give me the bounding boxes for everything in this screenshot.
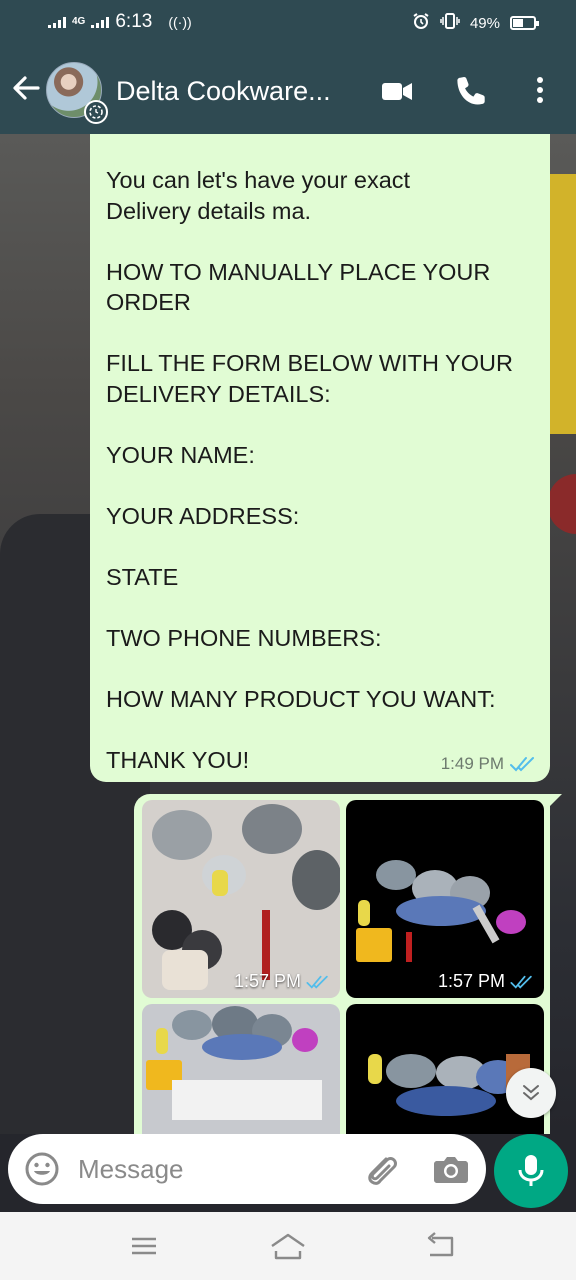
message-meta: 1:49 PM xyxy=(441,754,536,774)
image-time: 1:57 PM xyxy=(437,971,505,991)
video-call-icon[interactable] xyxy=(380,74,414,108)
camera-icon[interactable] xyxy=(432,1151,470,1187)
message-bubble-album: 1:57 PM 1:57 PM xyxy=(134,794,562,1202)
back-arrow-icon[interactable] xyxy=(10,72,42,104)
chat-header: Delta Cookware... xyxy=(0,48,576,134)
signal-icon xyxy=(48,16,66,28)
network-type: 4G xyxy=(72,16,86,27)
status-ring-icon xyxy=(84,100,108,124)
emoji-icon[interactable] xyxy=(24,1151,60,1187)
double-check-icon xyxy=(510,757,534,772)
message-input[interactable] xyxy=(78,1152,338,1186)
message-time: 1:49 PM xyxy=(440,754,504,773)
image-meta: 1:57 PM xyxy=(438,971,534,992)
menu-icon[interactable] xyxy=(124,1230,164,1262)
message-text: You can let's have your exact Delivery d… xyxy=(106,167,513,773)
battery-icon xyxy=(510,16,539,30)
mic-button[interactable] xyxy=(494,1134,568,1208)
status-bar: 4G 6:13 ((·)) 49% xyxy=(0,0,576,48)
hotspot-icon: ((·)) xyxy=(168,14,192,30)
battery-level: 49% xyxy=(469,14,500,32)
home-icon[interactable] xyxy=(268,1230,308,1262)
image-time: 1:57 PM xyxy=(233,971,301,991)
phone-icon[interactable] xyxy=(456,74,490,108)
double-chevron-down-icon xyxy=(523,1085,539,1101)
wallpaper-accent-2 xyxy=(548,474,576,534)
alarm-icon xyxy=(412,12,430,34)
scroll-to-bottom-button[interactable] xyxy=(506,1068,556,1118)
image-meta: 1:57 PM xyxy=(234,971,330,992)
composer xyxy=(8,1134,486,1204)
mic-icon xyxy=(518,1155,544,1186)
wallpaper-accent xyxy=(548,174,576,434)
double-check-icon xyxy=(306,975,328,989)
signal-icon-2 xyxy=(91,16,110,28)
more-vert-icon[interactable] xyxy=(528,74,552,108)
double-check-icon xyxy=(510,975,532,989)
system-navigation-bar xyxy=(0,1212,576,1280)
back-nav-icon[interactable] xyxy=(420,1230,460,1262)
chat-name[interactable]: Delta Cookware... xyxy=(116,76,331,107)
album-image-1[interactable]: 1:57 PM xyxy=(142,800,340,998)
album-image-2[interactable]: 1:57 PM xyxy=(346,800,544,998)
message-bubble-text[interactable]: You can let's have your exact Delivery d… xyxy=(90,134,550,782)
attach-icon[interactable] xyxy=(362,1150,398,1188)
vibrate-icon xyxy=(440,12,460,34)
composer-area xyxy=(0,1134,576,1212)
status-time: 6:13 xyxy=(115,11,153,32)
